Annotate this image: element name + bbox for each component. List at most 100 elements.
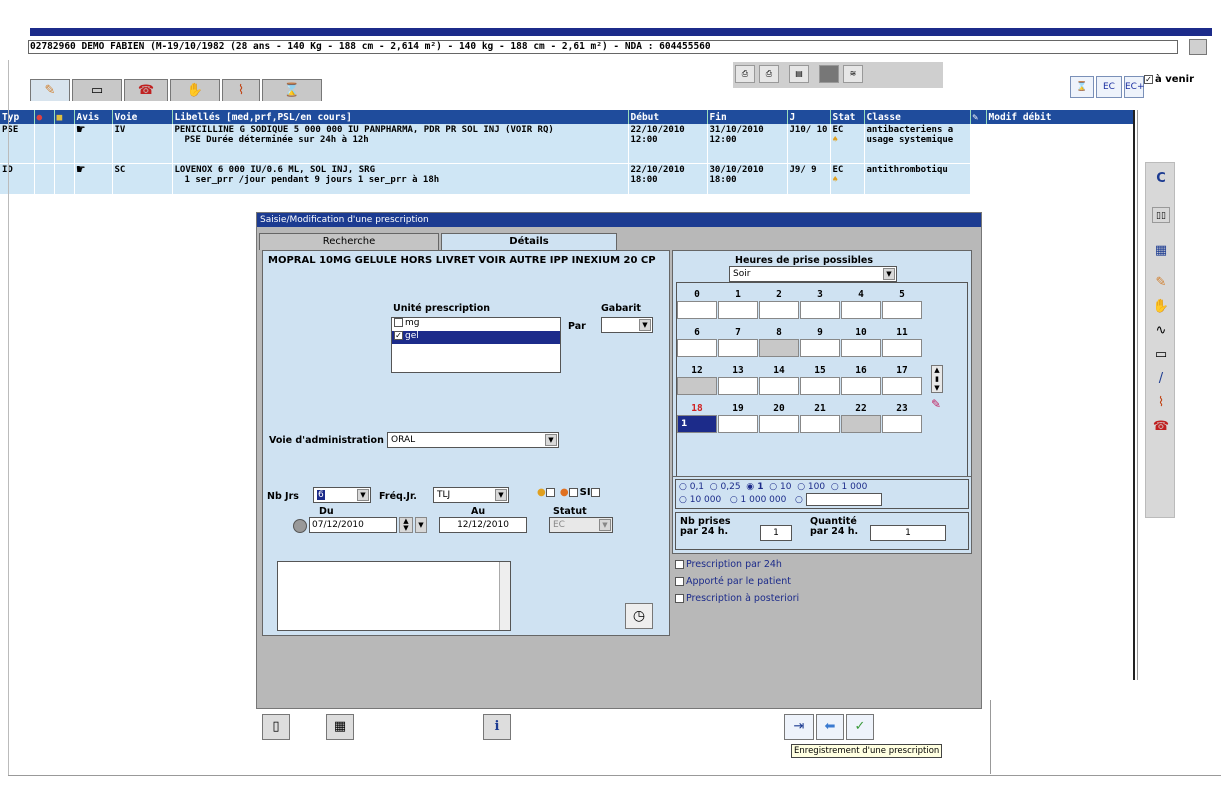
tab-care[interactable]: ✋ (170, 79, 220, 101)
grey-square-icon[interactable] (819, 65, 839, 83)
hour-cell[interactable] (882, 415, 922, 433)
copy-icon[interactable]: C (1152, 171, 1170, 187)
tab-prescription[interactable]: ✎ (30, 79, 70, 101)
monitor-icon[interactable]: ▭ (1152, 347, 1170, 363)
table-row[interactable]: PSE ☛ IV PENICILLINE G SODIQUE 5 000 000… (0, 124, 1134, 164)
col-libelles[interactable]: Libellés [med,prf,PSL/en cours] (172, 110, 629, 124)
hour-cell[interactable] (759, 339, 799, 357)
hour-cell[interactable] (677, 377, 717, 395)
hour-cell[interactable] (800, 339, 840, 357)
morning-checkbox[interactable] (545, 487, 555, 497)
back-arrow-icon[interactable]: ⬅ (816, 714, 844, 740)
calculator-icon[interactable]: ▦ (1152, 243, 1170, 259)
col-validation-icon[interactable]: ■ (54, 110, 75, 124)
validate-icon[interactable]: ✓ (846, 714, 874, 740)
pen-icon[interactable]: / (1152, 371, 1170, 387)
du-date-field[interactable]: 07/12/2010 (309, 517, 397, 533)
statut-select[interactable]: EC ▼ (549, 517, 613, 533)
thermometer-icon[interactable]: ⌇ (1152, 395, 1170, 411)
save-disk-icon[interactable]: ▯ (262, 714, 290, 740)
voie-select[interactable]: ORAL ▼ (387, 432, 559, 448)
radio-10[interactable]: ○ 10 (769, 482, 791, 492)
a-venir-toggle[interactable]: ✓ à venir (1144, 74, 1194, 85)
col-j[interactable]: J (787, 110, 831, 124)
hour-cell[interactable] (759, 301, 799, 319)
cell-avis[interactable]: ☛ (74, 124, 113, 164)
hour-cell[interactable] (841, 301, 881, 319)
print-red-icon[interactable]: ⎙ (759, 65, 779, 83)
option-apporte[interactable]: Apporté par le patient (675, 573, 799, 590)
list-item[interactable]: ✓ gel (392, 331, 560, 344)
col-fin[interactable]: Fin (707, 110, 788, 124)
evening-checkbox[interactable] (568, 487, 578, 497)
table-row[interactable]: ID ☛ SC LOVENOX 6 000 IU/0.6 ML, SOL INJ… (0, 163, 1134, 195)
option-checkbox[interactable] (675, 560, 684, 569)
col-typ[interactable]: Typ (0, 110, 35, 124)
ec-filter-button[interactable]: EC (1096, 76, 1122, 98)
radio-1000000[interactable]: ○ 1 000 000 (730, 495, 787, 505)
hour-cell[interactable] (718, 339, 758, 357)
hour-cell[interactable] (800, 301, 840, 319)
hour-cell[interactable] (759, 377, 799, 395)
comment-textarea[interactable] (277, 561, 511, 631)
textarea-scrollbar[interactable] (499, 562, 510, 630)
hour-cell[interactable] (718, 377, 758, 395)
hour-cell[interactable] (677, 339, 717, 357)
keyboard-icon[interactable]: ▦ (326, 714, 354, 740)
custom-dose-field[interactable] (805, 493, 882, 506)
syringe-icon[interactable]: ✎ (1152, 275, 1170, 291)
list-item[interactable]: mg (392, 318, 560, 331)
tab-details[interactable]: Détails (441, 233, 617, 250)
col-modif-debit[interactable]: Modif débit (986, 110, 1134, 124)
record-prescription-icon[interactable]: ⇥ (784, 714, 814, 740)
info-icon[interactable]: i (483, 714, 511, 740)
hour-cell[interactable] (882, 377, 922, 395)
hour-cell[interactable] (882, 339, 922, 357)
hour-cell[interactable] (800, 415, 840, 433)
hour-cell[interactable] (841, 415, 881, 433)
option-posteriori[interactable]: Prescription à posteriori (675, 590, 799, 607)
nb-jrs-select[interactable]: 6 ▼ (313, 487, 371, 503)
col-debut[interactable]: Début (628, 110, 708, 124)
hour-cell[interactable] (759, 415, 799, 433)
print-green-icon[interactable]: ⎙ (735, 65, 755, 83)
col-alert-icon[interactable]: ● (34, 110, 55, 124)
col-avis[interactable]: Avis (74, 110, 113, 124)
col-stat[interactable]: Stat (830, 110, 865, 124)
nb-prises-field[interactable]: 1 (760, 525, 792, 541)
split-icon[interactable]: ▯▯ (1152, 207, 1170, 223)
calendar-dropdown-icon[interactable]: ▼ (415, 517, 427, 533)
tab-temperature[interactable]: ⌇ (222, 79, 260, 101)
tab-history[interactable]: ⌛ (262, 79, 322, 101)
radio-custom[interactable]: ○ (795, 495, 803, 505)
ec-plus-filter-button[interactable]: EC+ (1124, 76, 1145, 98)
hands-icon[interactable]: ✋ (1152, 299, 1170, 315)
option-checkbox[interactable] (675, 594, 684, 603)
si-checkbox[interactable] (590, 487, 600, 497)
patient-menu-button[interactable] (1189, 39, 1207, 55)
hour-cell[interactable] (841, 339, 881, 357)
hour-cell[interactable] (718, 301, 758, 319)
option-checkbox[interactable] (675, 577, 684, 586)
radio-1[interactable]: ◉ 1 (746, 482, 763, 492)
hour-cell-selected[interactable]: 1 (677, 415, 717, 433)
option-par-24h[interactable]: Prescription par 24h (675, 556, 799, 573)
hour-cell[interactable] (841, 377, 881, 395)
col-edit-icon[interactable]: ✎ (970, 110, 987, 124)
gabarit-select[interactable]: ▼ (601, 317, 653, 333)
radio-1000[interactable]: ○ 1 000 (831, 482, 867, 492)
timer-icon[interactable]: ◷ (625, 603, 653, 629)
unite-gel-checkbox[interactable]: ✓ (394, 331, 403, 340)
hour-cell[interactable] (800, 377, 840, 395)
unite-mg-checkbox[interactable] (394, 318, 403, 327)
hourglass-filter-icon[interactable]: ⌛ (1070, 76, 1094, 98)
hour-scroll-arrows[interactable]: ▲ ▮ ▼ (931, 365, 943, 393)
quantite-field[interactable]: 1 (870, 525, 946, 541)
phone-icon[interactable]: ☎ (1152, 419, 1170, 435)
hour-cell[interactable] (882, 301, 922, 319)
grid-scrollbar[interactable] (1133, 110, 1138, 680)
tab-phone[interactable]: ☎ (124, 79, 168, 101)
freq-select[interactable]: TLJ ▼ (433, 487, 509, 503)
col-classe[interactable]: Classe (864, 110, 971, 124)
heures-select[interactable]: Soir ▼ (729, 266, 897, 282)
